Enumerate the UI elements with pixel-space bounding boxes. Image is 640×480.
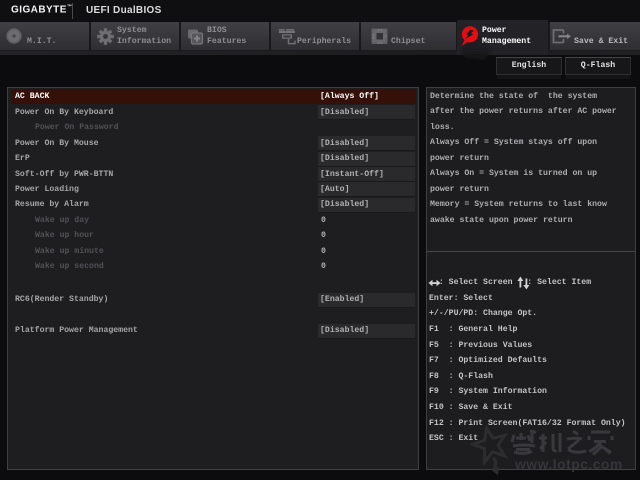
svg-text:www.lotpc.com: www.lotpc.com (514, 457, 623, 472)
